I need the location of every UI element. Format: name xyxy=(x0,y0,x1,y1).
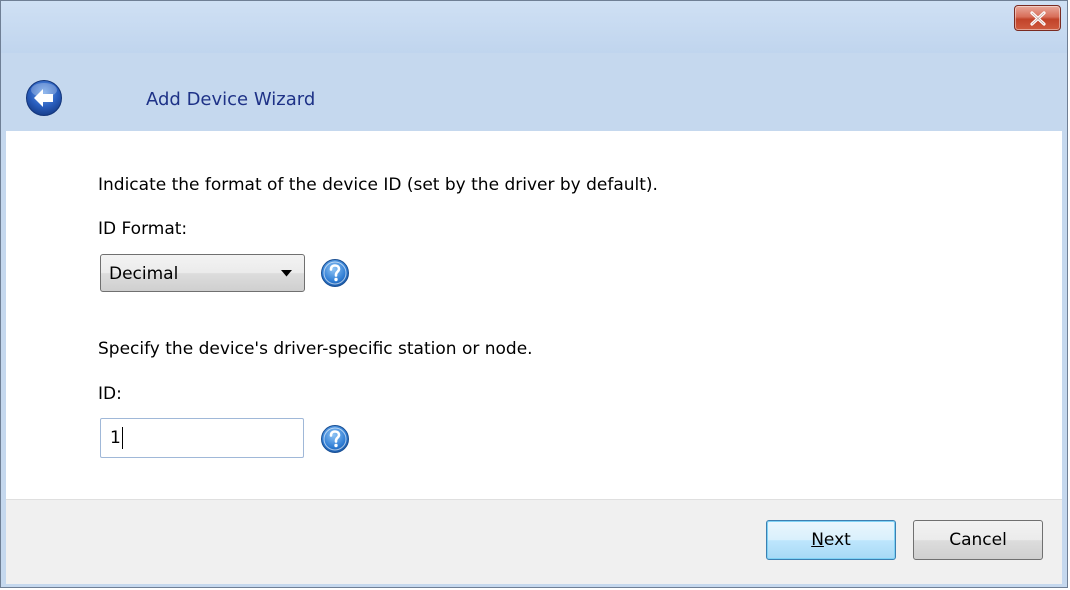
id-format-label: ID Format: xyxy=(98,219,188,239)
wizard-title: Add Device Wizard xyxy=(146,89,316,110)
device-id-input[interactable]: 1 xyxy=(100,418,304,458)
device-id-instruction: Specify the device's driver-specific sta… xyxy=(98,339,533,359)
wizard-footer: Next Cancel xyxy=(6,499,1062,584)
wizard-window: Add Device Wizard Indicate the format of… xyxy=(0,0,1068,588)
title-bar[interactable] xyxy=(1,1,1067,53)
wizard-content: Indicate the format of the device ID (se… xyxy=(6,131,1062,499)
wizard-header: Add Device Wizard xyxy=(1,53,1067,131)
text-caret xyxy=(122,427,123,449)
chevron-down-icon xyxy=(281,270,292,277)
close-x-icon xyxy=(1030,11,1046,26)
id-format-dropdown[interactable]: Decimal xyxy=(100,254,305,292)
next-button[interactable]: Next xyxy=(766,520,896,560)
next-label-rest: ext xyxy=(823,530,851,550)
id-format-instruction: Indicate the format of the device ID (se… xyxy=(98,175,658,195)
id-format-help-icon[interactable] xyxy=(320,258,350,288)
cancel-button[interactable]: Cancel xyxy=(913,520,1043,560)
next-mnemonic: N xyxy=(811,530,824,550)
close-button[interactable] xyxy=(1014,5,1061,31)
back-arrow-icon xyxy=(26,80,62,116)
device-id-value: 1 xyxy=(110,428,121,448)
device-id-label: ID: xyxy=(98,384,122,404)
back-button[interactable] xyxy=(25,79,63,117)
id-format-selected-value: Decimal xyxy=(109,264,179,284)
device-id-help-icon[interactable] xyxy=(320,424,350,454)
